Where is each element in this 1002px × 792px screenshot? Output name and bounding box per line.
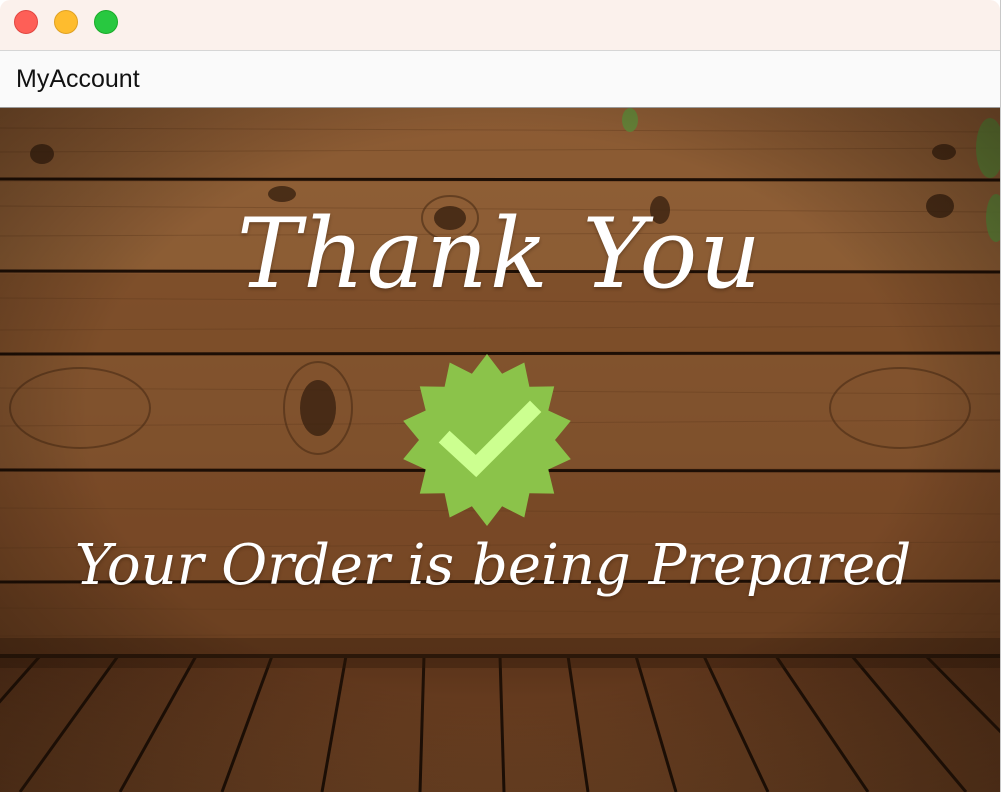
order-confirmation-panel: Thank You Your Order is being Prepared [0, 108, 1000, 792]
app-window: MyAccount Thank You Your Order is being … [0, 0, 1001, 792]
menu-account[interactable]: MyAccount [16, 65, 140, 94]
menu-bar: MyAccount [0, 51, 1000, 108]
verified-check-badge-icon [403, 354, 571, 526]
thank-you-heading: Thank You [236, 198, 764, 310]
close-window-button[interactable] [14, 10, 38, 34]
zoom-window-button[interactable] [94, 10, 118, 34]
minimize-window-button[interactable] [54, 10, 78, 34]
order-status-message: Your Order is being Prepared [74, 533, 912, 598]
title-bar[interactable] [0, 0, 1000, 51]
